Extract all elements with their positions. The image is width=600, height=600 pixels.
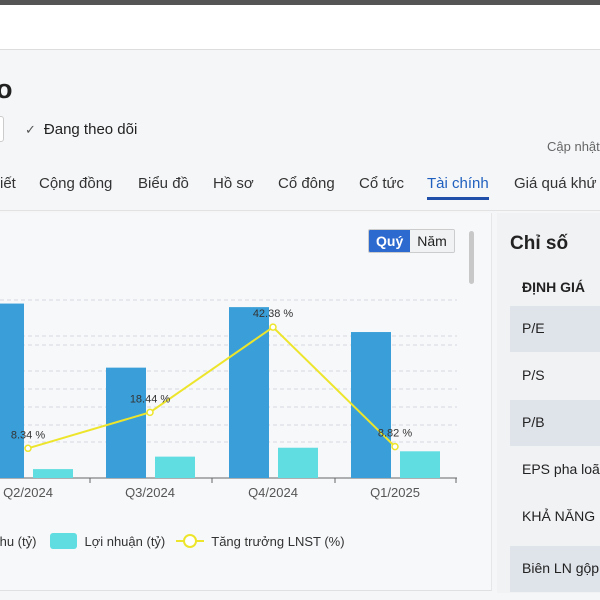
- tab-price-history[interactable]: Giá quá khứ: [514, 175, 597, 192]
- ratio-row[interactable]: EPS pha loãng: [510, 447, 600, 493]
- year-button[interactable]: Năm: [410, 230, 454, 252]
- profit-bar: [278, 447, 318, 478]
- profit-bar: [155, 456, 195, 478]
- period-toggle: Quý Năm: [368, 229, 455, 253]
- growth-point: [391, 442, 399, 451]
- ratios-title: Chỉ số: [510, 233, 569, 254]
- growth-point: [146, 408, 154, 417]
- updated-label: Cập nhật: [547, 139, 600, 154]
- legend-profit-swatch: [50, 533, 78, 549]
- growth-data-label: 18.44 %: [130, 393, 171, 405]
- x-tick-label: Q1/2025: [370, 485, 420, 500]
- growth-point: [24, 444, 32, 453]
- ratio-section: ĐỊNH GIÁ: [522, 279, 585, 295]
- finance-chart: Q2/2024 Q3/2024 Q4/2024 Q1/2025 8.34 % 18.44 …: [0, 299, 457, 500]
- legend-growth[interactable]: Tăng trưởng LNST (%): [211, 534, 344, 549]
- growth-data-label: 8.82 %: [378, 428, 412, 440]
- ratio-row[interactable]: Biên LN gộp: [510, 546, 600, 592]
- legend-growth-swatch: [176, 533, 205, 549]
- x-tick-label: Q2/2024: [3, 485, 53, 500]
- chart-legend: thu (tỷ) Lợi nhuận (tỷ) Tăng trưởng LNST…: [0, 533, 345, 549]
- revenue-bar: [229, 307, 269, 478]
- x-tick-label: Q3/2024: [125, 485, 175, 500]
- x-tick-label: Q4/2024: [248, 485, 298, 500]
- ratio-row[interactable]: P/B: [510, 400, 600, 446]
- revenue-bar: [0, 303, 24, 478]
- scrollbar[interactable]: [469, 231, 474, 284]
- growth-point: [269, 323, 277, 331]
- legend-revenue[interactable]: thu (tỷ): [0, 534, 36, 549]
- ratio-row[interactable]: P/S: [510, 353, 600, 399]
- ratios-panel: Chỉ số ĐỊNH GIÁ P/EP/SP/BEPS pha loãngKHẢ…: [497, 213, 600, 593]
- ratio-row[interactable]: P/E: [510, 306, 600, 352]
- growth-data-label: 42.38 %: [253, 308, 294, 320]
- profit-bar: [400, 451, 440, 478]
- quarter-button[interactable]: Quý: [369, 230, 411, 252]
- ratio-row[interactable]: KHẢ NĂNG: [510, 494, 600, 540]
- profit-bar: [33, 469, 73, 478]
- legend-profit[interactable]: Lợi nhuận (tỷ): [84, 534, 165, 549]
- revenue-bar: [351, 332, 391, 478]
- growth-data-label: 8.34 %: [11, 429, 45, 441]
